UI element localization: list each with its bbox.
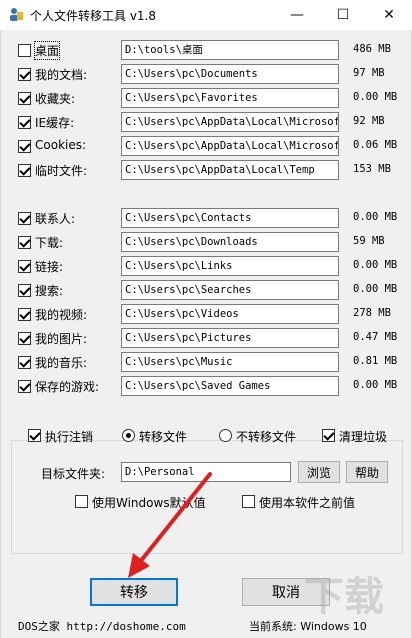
folder-row-favorites: 收藏夹: C:\Users\pc\Favorites 0.00 MB [1, 88, 412, 112]
folder-size: 0.00 MB [353, 379, 398, 391]
folder-checkbox[interactable] [18, 332, 31, 345]
folder-row-desktop: 桌面 D:\tools\桌面 486 MB [1, 40, 412, 64]
folder-label: 链接: [35, 260, 64, 274]
folder-row-ie-cache: IE缓存: C:\Users\pc\AppData\Local\Microsof… [1, 112, 412, 136]
folder-checkbox[interactable] [18, 44, 31, 57]
folder-row-links: 链接: C:\Users\pc\Links 0.00 MB [1, 256, 412, 280]
folder-row-searches: 搜索: C:\Users\pc\Searches 0.00 MB [1, 280, 412, 304]
folder-path-input[interactable]: C:\Users\pc\Contacts [121, 208, 339, 228]
target-folder-input[interactable]: D:\Personal [121, 462, 291, 482]
folder-label: 搜索: [35, 284, 64, 298]
folder-label: 我的文档: [35, 68, 88, 82]
no-transfer-files-label: 不转移文件 [236, 430, 297, 444]
folder-checkbox[interactable] [18, 236, 31, 249]
no-transfer-files-radio[interactable] [219, 429, 232, 442]
use-windows-default-label: 使用Windows默认值 [92, 496, 206, 510]
footer-site: DOS之家 http://doshome.com [18, 620, 186, 633]
folder-path-input[interactable]: C:\Users\pc\Downloads [121, 232, 339, 252]
folder-checkbox[interactable] [18, 308, 31, 321]
folder-path-input[interactable]: C:\Users\pc\Saved Games [121, 376, 339, 396]
app-icon [10, 8, 23, 21]
folder-size: 153 MB [353, 163, 391, 175]
folder-path-input[interactable]: C:\Users\pc\AppData\Local\Microsoft\ [121, 112, 339, 132]
folder-size: 278 MB [353, 307, 391, 319]
folder-label: 下载: [35, 236, 64, 250]
folder-checkbox[interactable] [18, 380, 31, 393]
transfer-button[interactable]: 转移 [90, 578, 178, 606]
folder-row-music: 我的音乐: C:\Users\pc\Music 0.81 MB [1, 352, 412, 376]
folder-checkbox[interactable] [18, 68, 31, 81]
folder-checkbox[interactable] [18, 164, 31, 177]
folder-path-input[interactable]: C:\Users\pc\Music [121, 352, 339, 372]
title-bar: 个人文件转移工具 v1.8 — ☐ ✕ [0, 0, 412, 30]
folder-size: 0.00 MB [353, 259, 398, 271]
cancel-button[interactable]: 取消 [242, 578, 330, 606]
use-windows-default-checkbox[interactable] [75, 495, 88, 508]
browse-button[interactable]: 浏览 [298, 461, 340, 483]
folder-size: 486 MB [353, 43, 391, 55]
folder-checkbox[interactable] [18, 212, 31, 225]
minimize-button[interactable]: — [274, 0, 320, 30]
folder-row-downloads: 下载: C:\Users\pc\Downloads 59 MB [1, 232, 412, 256]
folder-row-temp: 临时文件: C:\Users\pc\AppData\Local\Temp 153… [1, 160, 412, 184]
folder-row-videos: 我的视频: C:\Users\pc\Videos 278 MB [1, 304, 412, 328]
use-previous-checkbox[interactable] [242, 495, 255, 508]
folder-checkbox[interactable] [18, 284, 31, 297]
folder-row-cookies: Cookies: C:\Users\pc\AppData\Local\Micro… [1, 136, 412, 160]
folder-label: 我的视频: [35, 308, 88, 322]
folder-size: 0.00 MB [353, 91, 398, 103]
folder-path-input[interactable]: C:\Users\pc\Documents [121, 64, 339, 84]
folder-path-input[interactable]: C:\Users\pc\AppData\Local\Temp [121, 160, 339, 180]
clean-junk-checkbox[interactable] [322, 429, 335, 442]
folder-size: 0.00 MB [353, 211, 398, 223]
folder-label: Cookies: [35, 138, 87, 152]
folder-path-input[interactable]: C:\Users\pc\Videos [121, 304, 339, 324]
folder-label: IE缓存: [35, 116, 75, 130]
folder-label: 保存的游戏: [35, 380, 100, 394]
folder-size: 0.06 MB [353, 139, 398, 151]
use-previous-label: 使用本软件之前值 [259, 496, 356, 510]
folder-label: 我的音乐: [35, 356, 88, 370]
footer-system: 当前系统: Windows 10 [249, 620, 367, 633]
folder-checkbox[interactable] [18, 116, 31, 129]
folder-row-contacts: 联系人: C:\Users\pc\Contacts 0.00 MB [1, 208, 412, 232]
folder-label: 收藏夹: [35, 92, 76, 106]
folder-checkbox[interactable] [18, 356, 31, 369]
folder-size: 0.81 MB [353, 355, 398, 367]
folder-label: 联系人: [35, 212, 76, 226]
folder-path-input[interactable]: C:\Users\pc\Favorites [121, 88, 339, 108]
folder-checkbox[interactable] [18, 140, 31, 153]
folder-label: 桌面 [33, 41, 61, 60]
folder-path-input[interactable]: D:\tools\桌面 [121, 40, 339, 60]
folder-row-pictures: 我的图片: C:\Users\pc\Pictures 0.47 MB [1, 328, 412, 352]
folder-size: 0.47 MB [353, 331, 398, 343]
window-title: 个人文件转移工具 v1.8 [30, 9, 157, 23]
folder-size: 97 MB [353, 67, 385, 79]
folder-size: 59 MB [353, 235, 385, 247]
maximize-button[interactable]: ☐ [320, 0, 366, 30]
folder-checkbox[interactable] [18, 92, 31, 105]
folder-row-documents: 我的文档: C:\Users\pc\Documents 97 MB [1, 64, 412, 88]
transfer-files-label: 转移文件 [139, 430, 188, 444]
close-button[interactable]: ✕ [366, 0, 412, 30]
target-folder-label: 目标文件夹: [41, 467, 106, 481]
folder-row-saved-games: 保存的游戏: C:\Users\pc\Saved Games 0.00 MB [1, 376, 412, 400]
folder-checkbox[interactable] [18, 260, 31, 273]
help-button[interactable]: 帮助 [346, 461, 388, 483]
folder-path-input[interactable]: C:\Users\pc\Searches [121, 280, 339, 300]
folder-path-input[interactable]: C:\Users\pc\AppData\Local\Microsoft\ [121, 136, 339, 156]
folder-path-input[interactable]: C:\Users\pc\Links [121, 256, 339, 276]
main-panel: 桌面 D:\tools\桌面 486 MB 我的文档: C:\Users\pc\… [0, 30, 412, 638]
execute-logout-label: 执行注销 [45, 430, 94, 444]
transfer-files-radio[interactable] [122, 429, 135, 442]
folder-size: 0.00 MB [353, 283, 398, 295]
folder-label: 临时文件: [35, 164, 88, 178]
clean-junk-label: 清理垃圾 [339, 430, 388, 444]
folder-label: 我的图片: [35, 332, 88, 346]
execute-logout-checkbox[interactable] [28, 429, 41, 442]
folder-size: 92 MB [353, 115, 385, 127]
folder-path-input[interactable]: C:\Users\pc\Pictures [121, 328, 339, 348]
